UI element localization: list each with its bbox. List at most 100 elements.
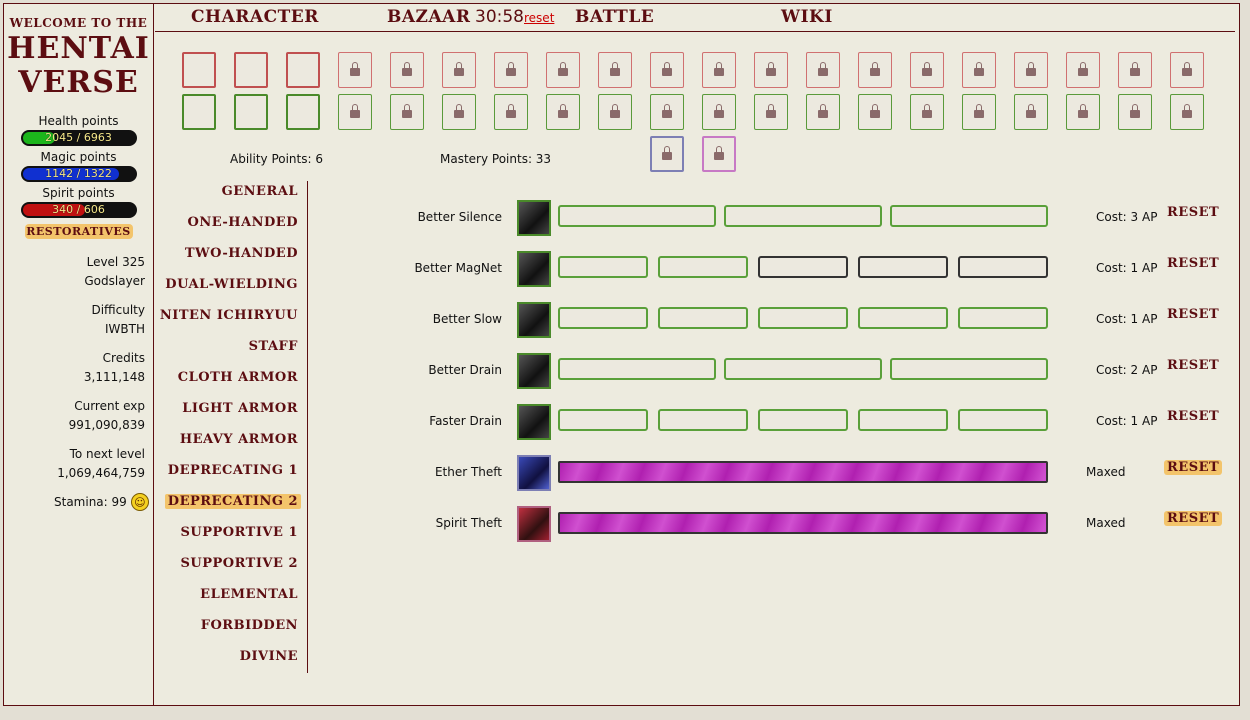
skill-slot-bottom-2[interactable] xyxy=(234,94,268,130)
skill-slot-bottom-10[interactable] xyxy=(650,94,684,130)
upgrade-slot[interactable] xyxy=(758,409,848,431)
skill-slot-bottom-19[interactable] xyxy=(1118,94,1152,130)
upgrade-slot[interactable] xyxy=(658,256,748,278)
skill-slot-bottom-5[interactable] xyxy=(390,94,424,130)
timer-value: 30:58 xyxy=(475,7,524,27)
skill-slot-top-2[interactable] xyxy=(234,52,268,88)
extra-slot-blue[interactable] xyxy=(650,136,684,172)
skill-slot-top-1[interactable] xyxy=(182,52,216,88)
skill-slot-bottom-13[interactable] xyxy=(806,94,840,130)
skill-slot-top-13[interactable] xyxy=(806,52,840,88)
level: Level 325 xyxy=(86,255,145,269)
category-heavy-armor[interactable]: Heavy Armor xyxy=(177,432,301,447)
nav-wiki[interactable]: Wiki xyxy=(781,7,833,27)
skill-slot-bottom-17[interactable] xyxy=(1014,94,1048,130)
restoratives-button[interactable]: Restoratives xyxy=(24,224,133,239)
upgrade-slot[interactable] xyxy=(958,409,1048,431)
category-supportive-1[interactable]: Supportive 1 xyxy=(178,525,302,540)
category-cloth-armor[interactable]: Cloth Armor xyxy=(175,370,301,385)
reset-button[interactable]: Reset xyxy=(1164,307,1222,322)
upgrade-slot[interactable] xyxy=(558,409,648,431)
skill-slot-bottom-4[interactable] xyxy=(338,94,372,130)
timer-reset-link[interactable]: reset xyxy=(524,11,554,25)
skill-slot-top-15[interactable] xyxy=(910,52,944,88)
reset-button[interactable]: Reset xyxy=(1164,205,1222,220)
skill-slot-top-5[interactable] xyxy=(390,52,424,88)
logo[interactable]: Welcome to the Hentai Verse xyxy=(4,16,153,100)
top-nav: Character Bazaar 30:58reset Battle Wiki xyxy=(155,4,1235,32)
reset-button[interactable]: Reset xyxy=(1164,358,1222,373)
upgrade-slot[interactable] xyxy=(558,205,716,227)
upgrade-slot[interactable] xyxy=(558,307,648,329)
category-light-armor[interactable]: Light Armor xyxy=(179,401,301,416)
category-one-handed[interactable]: One-handed xyxy=(185,215,301,230)
upgrade-slot[interactable] xyxy=(558,358,716,380)
nav-character[interactable]: Character xyxy=(191,7,319,27)
skill-slot-top-11[interactable] xyxy=(702,52,736,88)
skill-slot-bottom-6[interactable] xyxy=(442,94,476,130)
category-staff[interactable]: Staff xyxy=(246,339,301,354)
skill-slot-bottom-14[interactable] xyxy=(858,94,892,130)
upgrade-slot[interactable] xyxy=(858,256,948,278)
skill-slot-top-16[interactable] xyxy=(962,52,996,88)
skill-slot-top-17[interactable] xyxy=(1014,52,1048,88)
skill-slot-bottom-3[interactable] xyxy=(286,94,320,130)
category-niten-ichiryuu[interactable]: Niten Ichiryuu xyxy=(157,308,301,323)
skill-slot-bottom-7[interactable] xyxy=(494,94,528,130)
skill-slot-top-9[interactable] xyxy=(598,52,632,88)
skill-slot-top-8[interactable] xyxy=(546,52,580,88)
upgrade-slot[interactable] xyxy=(890,358,1048,380)
skill-slot-top-7[interactable] xyxy=(494,52,528,88)
category-general[interactable]: General xyxy=(219,184,301,199)
skill-slot-bottom-1[interactable] xyxy=(182,94,216,130)
upgrade-slot[interactable] xyxy=(890,205,1048,227)
upgrade-slot[interactable] xyxy=(958,307,1048,329)
health-bar: 2045 / 6963 xyxy=(20,130,137,146)
skill-slot-bottom-20[interactable] xyxy=(1170,94,1204,130)
upgrade-slot[interactable] xyxy=(858,409,948,431)
upgrade-slot[interactable] xyxy=(758,307,848,329)
category-deprecating-1[interactable]: Deprecating 1 xyxy=(165,463,301,478)
skill-slot-top-18[interactable] xyxy=(1066,52,1100,88)
reset-button[interactable]: Reset xyxy=(1164,256,1222,271)
nav-bazaar[interactable]: Bazaar xyxy=(387,7,470,27)
upgrade-slot[interactable] xyxy=(724,358,882,380)
upgrade-slot[interactable] xyxy=(758,256,848,278)
skill-slot-bottom-12[interactable] xyxy=(754,94,788,130)
skill-slot-bottom-15[interactable] xyxy=(910,94,944,130)
skill-slot-top-19[interactable] xyxy=(1118,52,1152,88)
category-deprecating-2[interactable]: Deprecating 2 xyxy=(164,494,301,509)
skill-slot-bottom-18[interactable] xyxy=(1066,94,1100,130)
category-two-handed[interactable]: Two-handed xyxy=(182,246,301,261)
skill-slot-top-3[interactable] xyxy=(286,52,320,88)
skill-slot-top-20[interactable] xyxy=(1170,52,1204,88)
skill-slot-bottom-11[interactable] xyxy=(702,94,736,130)
upgrade-slot[interactable] xyxy=(724,205,882,227)
skill-slot-bottom-16[interactable] xyxy=(962,94,996,130)
nav-battle[interactable]: Battle xyxy=(575,7,654,27)
skill-slot-top-14[interactable] xyxy=(858,52,892,88)
lock-icon xyxy=(1026,62,1036,76)
skill-slot-bottom-8[interactable] xyxy=(546,94,580,130)
category-supportive-2[interactable]: Supportive 2 xyxy=(178,556,302,571)
upgrade-slot[interactable] xyxy=(658,409,748,431)
lock-icon xyxy=(818,62,828,76)
reset-button[interactable]: Reset xyxy=(1164,409,1222,424)
skill-slot-top-6[interactable] xyxy=(442,52,476,88)
skill-slot-bottom-9[interactable] xyxy=(598,94,632,130)
upgrade-slot[interactable] xyxy=(958,256,1048,278)
reset-button[interactable]: Reset xyxy=(1164,460,1223,475)
skill-slot-top-4[interactable] xyxy=(338,52,372,88)
lock-icon xyxy=(662,62,672,76)
skill-slot-top-10[interactable] xyxy=(650,52,684,88)
category-divine[interactable]: Divine xyxy=(237,649,301,664)
upgrade-slot[interactable] xyxy=(558,256,648,278)
skill-slot-top-12[interactable] xyxy=(754,52,788,88)
category-dual-wielding[interactable]: Dual-wielding xyxy=(162,277,301,292)
category-forbidden[interactable]: Forbidden xyxy=(198,618,301,633)
upgrade-slot[interactable] xyxy=(658,307,748,329)
category-elemental[interactable]: Elemental xyxy=(197,587,301,602)
extra-slot-pink[interactable] xyxy=(702,136,736,172)
upgrade-slot[interactable] xyxy=(858,307,948,329)
reset-button[interactable]: Reset xyxy=(1164,511,1223,526)
